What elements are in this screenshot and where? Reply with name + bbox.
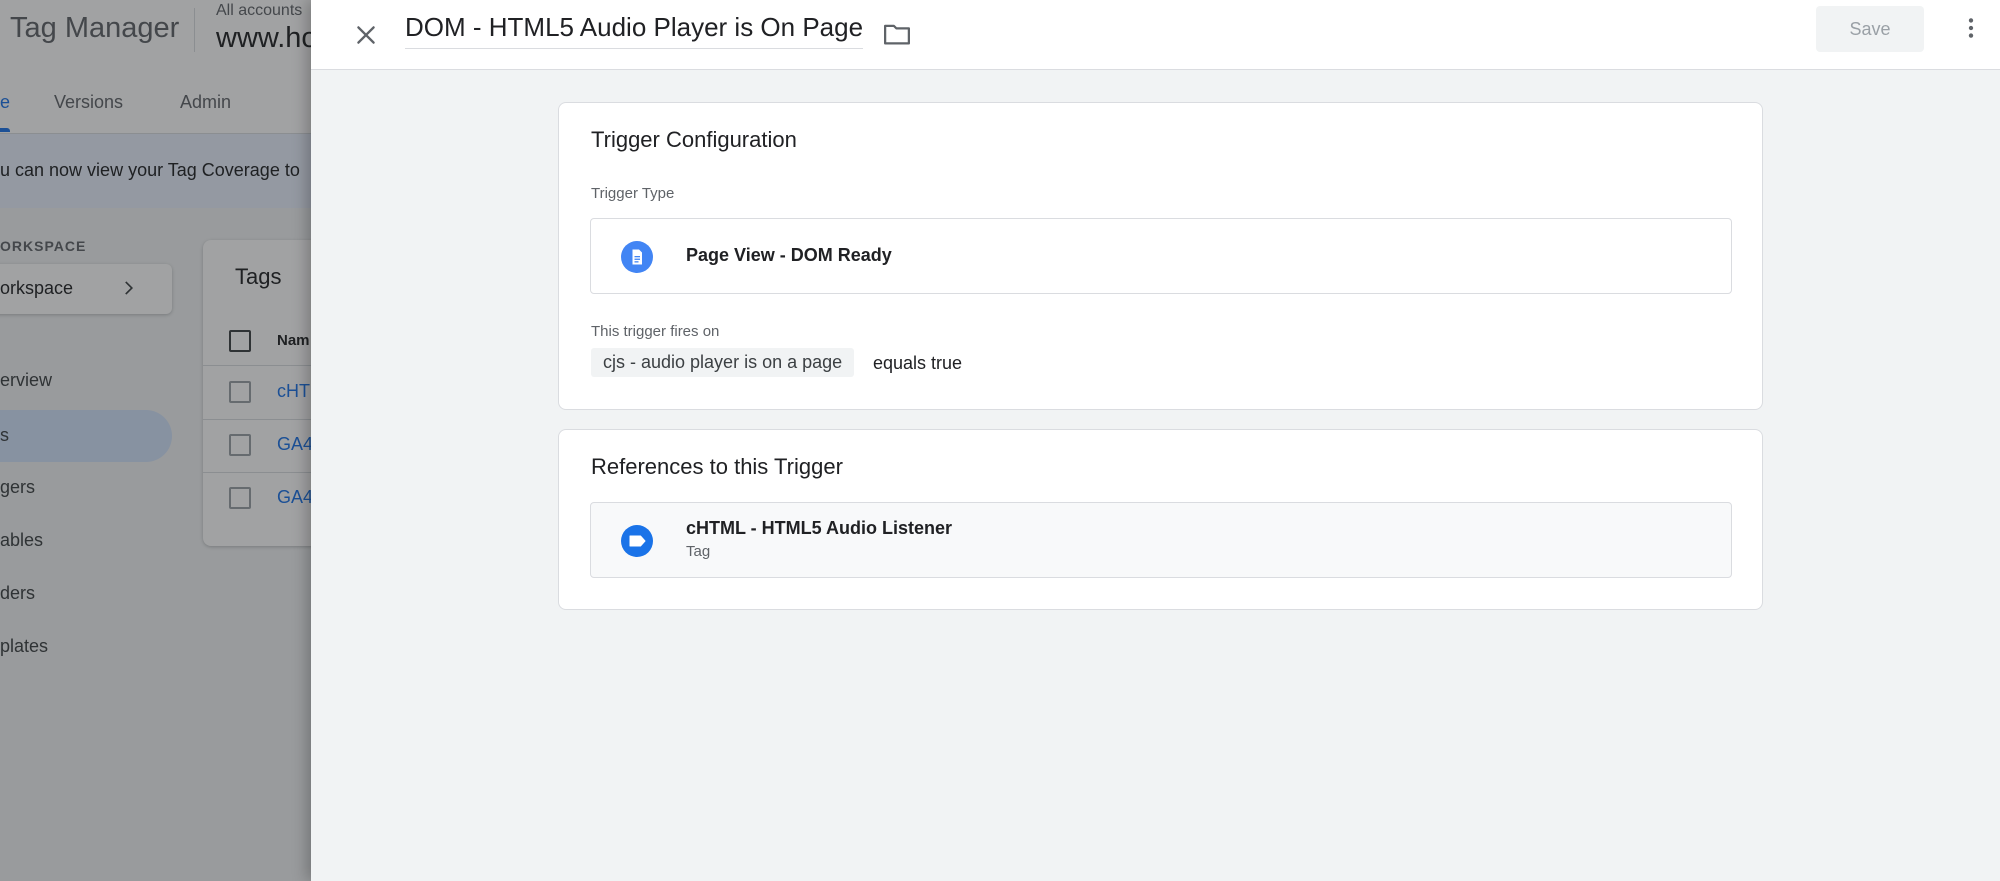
trigger-type-name: Page View - DOM Ready [686,245,892,265]
reference-item[interactable]: cHTML - HTML5 Audio Listener Tag [590,502,1732,578]
trigger-type-label: Trigger Type [591,185,675,202]
card-title: References to this Trigger [591,454,843,479]
folder-icon [884,24,910,45]
trigger-configuration-card[interactable]: Trigger Configuration Trigger Type Page … [558,102,1763,410]
close-button[interactable] [344,13,388,57]
reference-type: Tag [686,543,711,560]
more-vert-icon [1968,18,1974,38]
condition-operator: equals true [873,353,963,373]
save-button[interactable]: Save [1816,6,1924,52]
fires-on-label: This trigger fires on [591,323,720,340]
trigger-type-selector[interactable]: Page View - DOM Ready [590,218,1732,294]
condition-variable-chip: cjs - audio player is on a page [591,348,855,377]
trigger-drawer: DOM - HTML5 Audio Player is On Page Save… [311,0,2000,881]
card-title: Trigger Configuration [591,127,797,152]
trigger-name-field[interactable]: DOM - HTML5 Audio Player is On Page [405,12,864,49]
tag-icon [621,525,653,557]
folder-button[interactable] [877,14,917,54]
close-icon [357,26,375,44]
reference-name: cHTML - HTML5 Audio Listener [686,518,953,538]
references-card: References to this Trigger cHTML - HTML5… [558,429,1763,610]
document-icon [621,241,653,273]
more-options-button[interactable] [1951,8,1991,48]
drawer-header: DOM - HTML5 Audio Player is On Page Save [311,0,2000,70]
